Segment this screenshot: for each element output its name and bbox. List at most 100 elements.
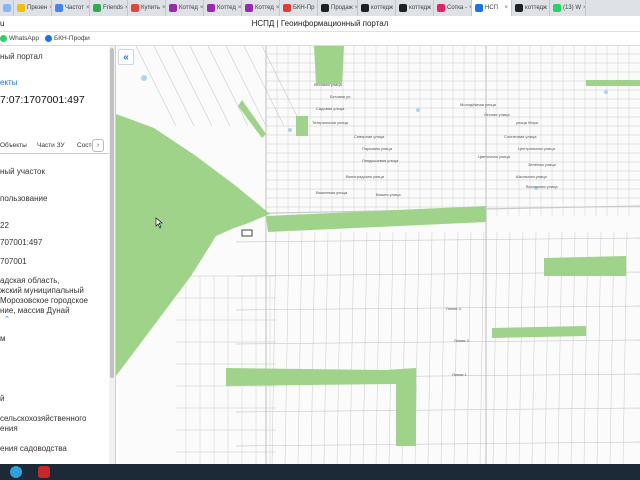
bookmark-item[interactable]: WhatsApp xyxy=(0,35,39,42)
field-category-2: сельскохозяйственного xyxy=(0,414,87,423)
street-label: Линия 1 xyxy=(452,372,468,377)
tab-label: Презен xyxy=(27,5,48,11)
os-taskbar xyxy=(0,464,640,480)
street-label: Ландышевая улица xyxy=(362,158,399,163)
panel-scrollbar-thumb[interactable] xyxy=(110,48,114,378)
object-info-panel: ный портал екты 7:07:1707001:497 Объекты… xyxy=(0,46,116,464)
browser-tab[interactable]: Коттед × xyxy=(166,0,204,16)
browser-tab[interactable]: u xyxy=(0,0,14,16)
tab-label: БКН-Пр xyxy=(293,5,315,11)
browser-tab[interactable]: (13) W× xyxy=(550,0,586,16)
pond xyxy=(604,90,608,94)
bookmark-icon xyxy=(45,35,52,42)
browser-tab[interactable]: Продаж × xyxy=(318,0,358,16)
street-label: Молодёжная улица xyxy=(460,102,497,107)
tab-label: Коттед xyxy=(255,5,274,11)
bookmark-item[interactable]: БКН-Профи xyxy=(45,35,90,42)
tab-parts[interactable]: Части ЗУ xyxy=(37,142,65,149)
tab-favicon-icon xyxy=(131,4,139,12)
field-unit: м xyxy=(0,334,6,343)
field-category-3: ения xyxy=(0,424,18,433)
browser-tab[interactable]: Купить × xyxy=(128,0,166,16)
browser-tab[interactable]: Коттед × xyxy=(204,0,242,16)
green-patch-center xyxy=(296,116,308,136)
tab-label: коттедж xyxy=(525,5,548,11)
close-icon[interactable]: × xyxy=(274,5,279,11)
street-label: Восточная улица xyxy=(526,184,558,189)
street-label: Вишневая улица xyxy=(316,190,348,195)
pond xyxy=(141,75,147,81)
browser-tab[interactable]: Презен× xyxy=(14,0,52,16)
chevron-up-icon[interactable]: ⌃ xyxy=(4,315,10,323)
close-icon[interactable]: × xyxy=(502,5,508,11)
street-label: Линия 3 xyxy=(446,306,462,311)
street-label: улица Мира xyxy=(516,120,539,125)
pond xyxy=(416,108,420,112)
objects-link[interactable]: екты xyxy=(0,78,17,87)
chevron-double-left-icon[interactable]: « xyxy=(118,49,134,65)
street-label: Лесная улица xyxy=(484,112,510,117)
street-label: Школьная улица xyxy=(516,174,547,179)
browser-tab[interactable]: коттедж× xyxy=(396,0,434,16)
street-label: Северная улица xyxy=(354,134,385,139)
map-canvas[interactable]: Весовая улица Беговая ул. Садовая улица Теа… xyxy=(116,46,640,464)
browser-tab[interactable]: Сотка -× xyxy=(434,0,472,16)
tab-favicon-icon xyxy=(437,4,445,12)
street-label: Солнечная улица xyxy=(504,134,537,139)
street-label: Беговая ул. xyxy=(330,94,351,99)
tab-favicon-icon xyxy=(17,4,25,12)
tabs-next-button[interactable]: › xyxy=(92,139,104,152)
tab-label: НСП xyxy=(485,5,498,11)
browser-tab[interactable]: Friends× xyxy=(90,0,128,16)
page-title: НСПД | Геоинформационный портал xyxy=(251,19,389,28)
portal-title: ный портал xyxy=(0,52,43,61)
browser-tab[interactable]: Частот × xyxy=(52,0,90,16)
app-icon[interactable] xyxy=(38,466,50,478)
tab-favicon-icon xyxy=(245,4,253,12)
panel-scrollbar[interactable] xyxy=(109,46,115,464)
field-area-value: 22 xyxy=(0,221,9,230)
tab-objects[interactable]: Объекты xyxy=(0,142,27,149)
close-icon[interactable]: × xyxy=(160,5,165,11)
tab-favicon-icon xyxy=(515,4,523,12)
street-label: Центральная улица xyxy=(518,146,556,151)
telegram-icon[interactable] xyxy=(10,466,22,478)
tab-label: Коттед xyxy=(217,5,236,11)
browser-tab-strip: uПрезен×Частот×Friends×Купить×Коттед×Кот… xyxy=(0,0,640,16)
tab-favicon-icon xyxy=(361,4,369,12)
tab-favicon-icon xyxy=(321,4,329,12)
street-label: Вишня улица xyxy=(376,192,401,197)
tab-label: Коттед xyxy=(179,5,198,11)
street-label: Виноградская улица xyxy=(346,174,385,179)
tab-label: Сотка - xyxy=(447,5,468,11)
close-icon[interactable]: × xyxy=(236,5,241,11)
browser-tab[interactable]: БКН-Пр× xyxy=(280,0,318,16)
field-quarter: 707001 xyxy=(0,257,27,266)
browser-tab[interactable]: Коттед × xyxy=(242,0,280,16)
tab-favicon-icon xyxy=(55,4,63,12)
field-cad-number: 707001:497 xyxy=(0,238,43,247)
browser-tab[interactable]: НСП × xyxy=(472,0,512,16)
pond xyxy=(288,128,292,132)
panel-tabs: Объекты Части ЗУ Состо › xyxy=(0,138,110,154)
tab-label: коттедж xyxy=(371,5,394,11)
close-icon[interactable]: × xyxy=(581,5,585,11)
selected-parcel-marker[interactable] xyxy=(241,229,253,237)
field-address-2: жский муниципальный xyxy=(0,286,84,295)
tab-favicon-icon xyxy=(553,4,561,12)
close-icon[interactable]: × xyxy=(198,5,203,11)
cadastral-map[interactable]: Весовая улица Беговая ул. Садовая улица Теа… xyxy=(116,46,640,464)
street-label: Театральная улица xyxy=(312,120,349,125)
green-patch-ne xyxy=(586,80,640,86)
field-strip-se xyxy=(492,326,586,338)
street-label: Линия 2 xyxy=(454,338,470,343)
browser-tab[interactable]: коттедж× xyxy=(512,0,550,16)
close-icon[interactable]: × xyxy=(84,5,89,11)
page-title-bar: u НСПД | Геоинформационный портал xyxy=(0,16,640,32)
field-address-1: адская область, xyxy=(0,276,60,285)
browser-tab[interactable]: коттедж× xyxy=(358,0,396,16)
street-label: Цветочная улица xyxy=(478,154,511,159)
street-label: Садовая улица xyxy=(316,106,345,111)
cadastral-number-header: 7:07:1707001:497 xyxy=(0,94,85,106)
park-east xyxy=(544,256,626,276)
